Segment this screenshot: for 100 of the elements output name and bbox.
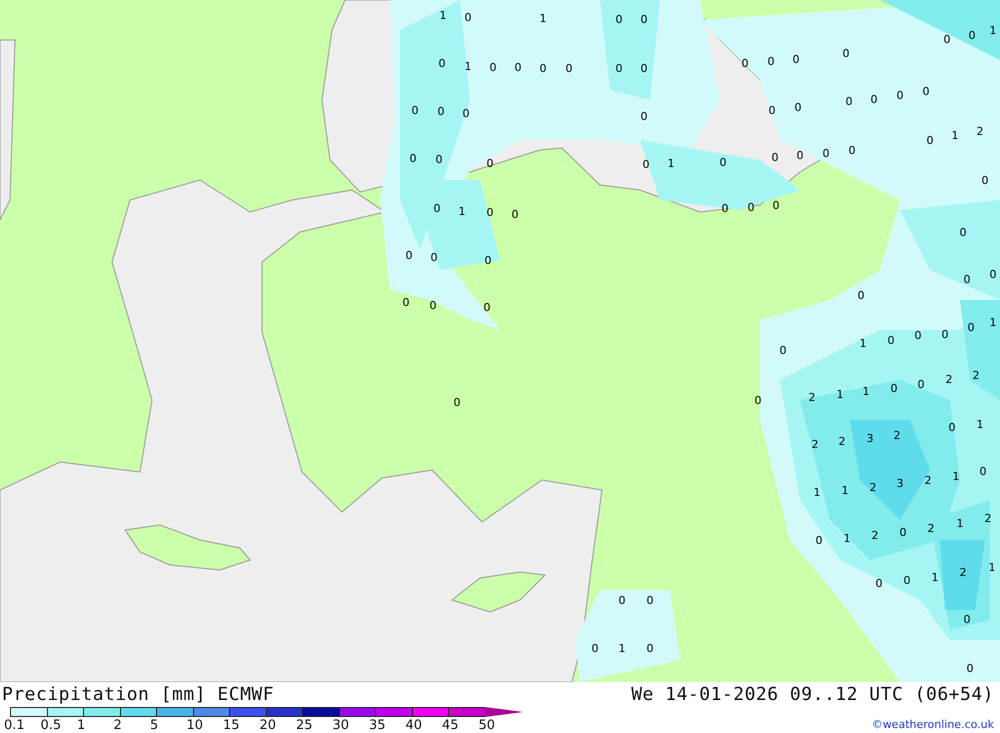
precipitation-value: 0 xyxy=(402,296,410,309)
precipitation-value: 0 xyxy=(430,299,436,312)
precipitation-value: 1 xyxy=(990,316,996,329)
precipitation-value: 0 xyxy=(794,101,802,114)
precipitation-value: 1 xyxy=(860,337,866,350)
precipitation-value: 0 xyxy=(748,201,754,214)
precipitation-value: 0 xyxy=(640,62,648,75)
precipitation-value: 0 xyxy=(982,174,988,187)
scale-label: 1 xyxy=(77,718,86,733)
scale-label: 15 xyxy=(223,718,240,733)
precipitation-value: 0 xyxy=(592,642,598,655)
precipitation-value: 0 xyxy=(486,157,494,170)
precipitation-value: 0 xyxy=(438,57,446,70)
scale-label: 45 xyxy=(442,718,459,733)
precipitation-value: 0 xyxy=(990,268,996,281)
scale-label: 5 xyxy=(150,718,158,733)
precipitation-value: 0 xyxy=(890,382,898,395)
precipitation-value: 1 xyxy=(464,60,472,73)
precipitation-value: 3 xyxy=(866,432,874,445)
precipitation-value: 0 xyxy=(896,89,904,102)
precipitation-value: 0 xyxy=(514,61,522,74)
precipitation-value: 2 xyxy=(812,438,818,451)
scale-label: 20 xyxy=(260,718,276,733)
precipitation-value: 0 xyxy=(646,642,654,655)
precipitation-value: 0 xyxy=(900,526,906,539)
precipitation-value: 1 xyxy=(932,571,938,584)
scale-label: 40 xyxy=(406,718,422,733)
precipitation-value: 0 xyxy=(462,107,470,120)
credit-link[interactable]: ©weatheronline.co.uk xyxy=(872,718,994,731)
precipitation-value: 0 xyxy=(876,577,882,590)
precipitation-value: 0 xyxy=(772,151,778,164)
precipitation-value: 0 xyxy=(454,396,460,409)
precipitation-value: 0 xyxy=(768,55,774,68)
precipitation-value: 0 xyxy=(566,62,572,75)
precipitation-value: 0 xyxy=(434,202,440,215)
precipitation-value: 0 xyxy=(944,33,950,46)
precipitation-value: 0 xyxy=(792,53,800,66)
precipitation-value: 2 xyxy=(976,125,984,138)
scale-label: 25 xyxy=(296,718,313,733)
precipitation-value: 0 xyxy=(870,93,878,106)
precipitation-value: 0 xyxy=(914,329,922,342)
precipitation-value: 2 xyxy=(946,373,952,386)
precipitation-value: 1 xyxy=(814,486,820,499)
precipitation-value: 0 xyxy=(772,199,780,212)
precipitation-value: 3 xyxy=(896,477,904,490)
precipitation-value: 0 xyxy=(486,206,494,219)
precipitation-value: 2 xyxy=(870,481,876,494)
precipitation-value: 1 xyxy=(844,532,850,545)
precipitation-value: 0 xyxy=(490,61,496,74)
precipitation-value: 0 xyxy=(464,11,472,24)
precipitation-value: 0 xyxy=(842,47,850,60)
precipitation-value: 0 xyxy=(846,95,852,108)
precipitation-value: 0 xyxy=(768,104,776,117)
scale-label: 35 xyxy=(369,718,386,733)
precipitation-value: 0 xyxy=(964,273,970,286)
precipitation-value: 1 xyxy=(836,388,844,401)
precipitation-value: 0 xyxy=(646,594,654,607)
precipitation-value: 1 xyxy=(952,470,960,483)
precipitation-value: 2 xyxy=(924,474,932,487)
precipitation-value: 0 xyxy=(430,251,438,264)
precipitation-value: 0 xyxy=(816,534,822,547)
precipitation-value: 0 xyxy=(618,594,626,607)
precipitation-value: 1 xyxy=(976,418,984,431)
precipitation-value: 1 xyxy=(458,205,466,218)
precipitation-value: 0 xyxy=(742,57,748,70)
precipitation-value: 0 xyxy=(918,378,924,391)
precipitation-value: 0 xyxy=(848,144,856,157)
scale-label: 2 xyxy=(114,718,122,733)
precipitation-value: 1 xyxy=(988,561,996,574)
precipitation-area xyxy=(940,540,985,610)
precipitation-value: 0 xyxy=(642,158,650,171)
precipitation-value: 1 xyxy=(668,157,674,170)
scale-label: 10 xyxy=(186,718,204,733)
precipitation-value: 2 xyxy=(972,369,980,382)
precipitation-value: 0 xyxy=(922,85,930,98)
precipitation-value: 1 xyxy=(618,642,626,655)
precipitation-value: 0 xyxy=(640,13,648,26)
precipitation-value: 0 xyxy=(888,334,894,347)
precipitation-value: 0 xyxy=(540,62,546,75)
precipitation-value: 2 xyxy=(808,391,816,404)
precipitation-value: 0 xyxy=(722,202,728,215)
scale-label: 50 xyxy=(478,718,496,733)
precipitation-value: 0 xyxy=(484,254,492,267)
precipitation-value: 1 xyxy=(990,24,996,37)
precipitation-value: 0 xyxy=(968,29,976,42)
precipitation-value: 0 xyxy=(616,62,622,75)
precipitation-value: 0 xyxy=(436,153,442,166)
precipitation-value: 0 xyxy=(754,394,762,407)
scale-label: 30 xyxy=(332,718,350,733)
precipitation-value: 0 xyxy=(438,105,444,118)
precipitation-value: 2 xyxy=(838,435,846,448)
precipitation-value: 1 xyxy=(956,517,964,530)
scale-label: 0.5 xyxy=(40,718,62,733)
precipitation-value: 0 xyxy=(780,344,786,357)
precipitation-value: 1 xyxy=(862,385,870,398)
precipitation-value: 0 xyxy=(904,574,910,587)
precipitation-value: 0 xyxy=(410,152,416,165)
precipitation-value: 0 xyxy=(858,289,864,302)
precipitation-value: 0 xyxy=(926,134,934,147)
precipitation-value: 1 xyxy=(842,484,848,497)
